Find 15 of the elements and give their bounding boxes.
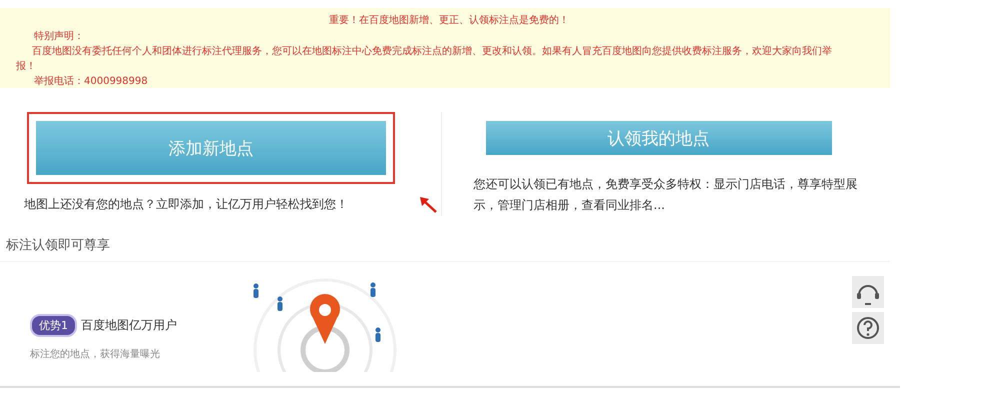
help-icon[interactable]: [852, 312, 884, 344]
action-description: 地图上还没有您的地点？立即添加，让亿万用户轻松找到您！: [24, 196, 349, 213]
benefit-title: 百度地图亿万用户: [81, 317, 177, 334]
advantage-badge: 优势1: [30, 314, 77, 337]
action-description: 您还可以认领已有地点，免费享受众多特权：显示门店电话，尊享特型展示，管理门店相册，查看同业排名...: [474, 176, 858, 214]
notice-headline: 重要！在百度地图新增、更正、认领标注点是免费的！: [328, 14, 570, 28]
hotline-text: 举报电话：4000998998: [33, 74, 149, 89]
declaration-text: 百度地图没有委托任何个人和团体进行标注代理服务，您可以在地图标注中心免费完成标注点的新增、更改和认领。如果有人冒充百度地图向您提供收费标注服务，欢迎大家向我们举报！: [16, 44, 833, 74]
benefit-text: 标注您的地点，获得海量曝光: [30, 348, 161, 361]
action-button[interactable]: 添加新地点: [36, 121, 386, 175]
headset-icon[interactable]: [852, 276, 884, 308]
action-button[interactable]: 认领我的地点: [486, 121, 832, 155]
section-heading: 标注认领即可尊享: [0, 226, 890, 262]
arrow-icon: [418, 196, 438, 214]
declaration-title: 特别声明：: [33, 30, 85, 44]
